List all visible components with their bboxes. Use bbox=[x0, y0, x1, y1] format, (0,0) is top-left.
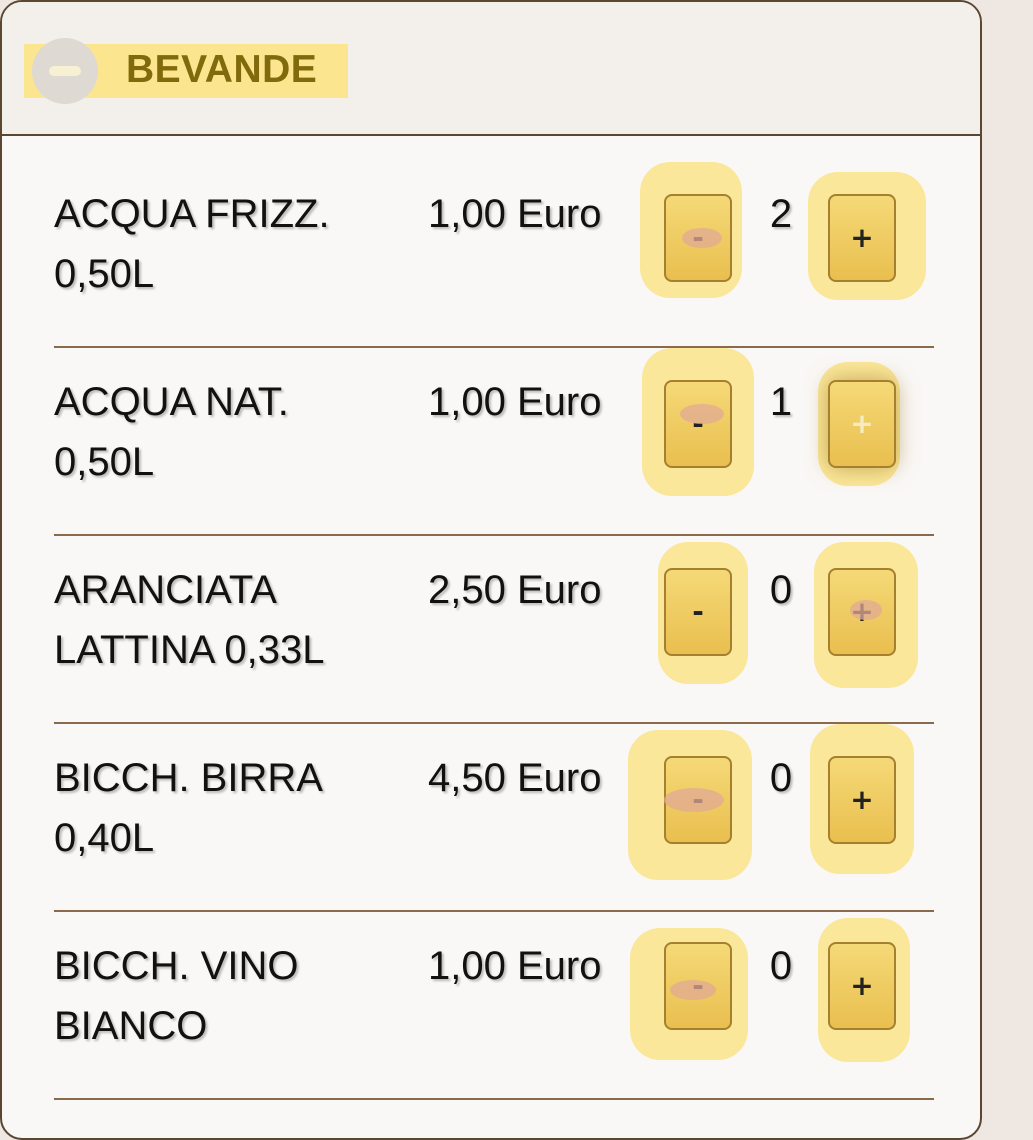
list-item: BICCH. BIRRA 0,40L 4,50 Euro - 0 + bbox=[54, 722, 934, 910]
highlight-mark bbox=[682, 228, 722, 248]
item-name: ACQUA NAT. 0,50L bbox=[54, 380, 289, 484]
section-header[interactable]: BEVANDE bbox=[2, 2, 980, 136]
item-price: 1,00 Euro bbox=[428, 192, 602, 236]
list-item: BICCH. VINO BIANCO 1,00 Euro - 0 + bbox=[54, 910, 934, 1098]
highlight-mark bbox=[850, 600, 882, 620]
list-item: ARANCIATA LATTINA 0,33L 2,50 Euro - 0 + bbox=[54, 534, 934, 722]
list-item: ACQUA FRIZZ. 0,50L 1,00 Euro - 2 + bbox=[54, 158, 934, 346]
item-quantity: 1 bbox=[769, 380, 793, 424]
item-name: BICCH. BIRRA 0,40L bbox=[54, 756, 321, 860]
highlight-mark bbox=[664, 788, 724, 812]
item-price: 1,00 Euro bbox=[428, 944, 602, 988]
highlight-mark bbox=[680, 404, 724, 424]
increment-button[interactable]: + bbox=[828, 942, 896, 1030]
row-divider bbox=[54, 1098, 934, 1100]
item-name: ACQUA FRIZZ. 0,50L bbox=[54, 192, 330, 296]
list-item: ACQUA NAT. 0,50L 1,00 Euro - 1 + bbox=[54, 346, 934, 534]
item-price: 1,00 Euro bbox=[428, 380, 602, 424]
section-title: BEVANDE bbox=[126, 48, 318, 91]
item-quantity: 0 bbox=[769, 756, 793, 800]
item-quantity: 2 bbox=[769, 192, 793, 236]
item-quantity: 0 bbox=[769, 568, 793, 612]
item-name: ARANCIATA LATTINA 0,33L bbox=[54, 568, 325, 672]
decrement-button[interactable]: - bbox=[664, 380, 732, 468]
item-price: 2,50 Euro bbox=[428, 568, 602, 612]
menu-panel: BEVANDE ACQUA FRIZZ. 0,50L 1,00 Euro - 2… bbox=[0, 0, 982, 1140]
decrement-button[interactable]: - bbox=[664, 568, 732, 656]
increment-button[interactable]: + bbox=[828, 756, 896, 844]
highlight-mark bbox=[670, 980, 716, 1000]
item-price: 4,50 Euro bbox=[428, 756, 602, 800]
item-name: BICCH. VINO BIANCO bbox=[54, 944, 299, 1048]
increment-button[interactable]: + bbox=[828, 380, 896, 468]
increment-button[interactable]: + bbox=[828, 194, 896, 282]
item-quantity: 0 bbox=[769, 944, 793, 988]
minus-circle-icon[interactable] bbox=[32, 38, 98, 104]
